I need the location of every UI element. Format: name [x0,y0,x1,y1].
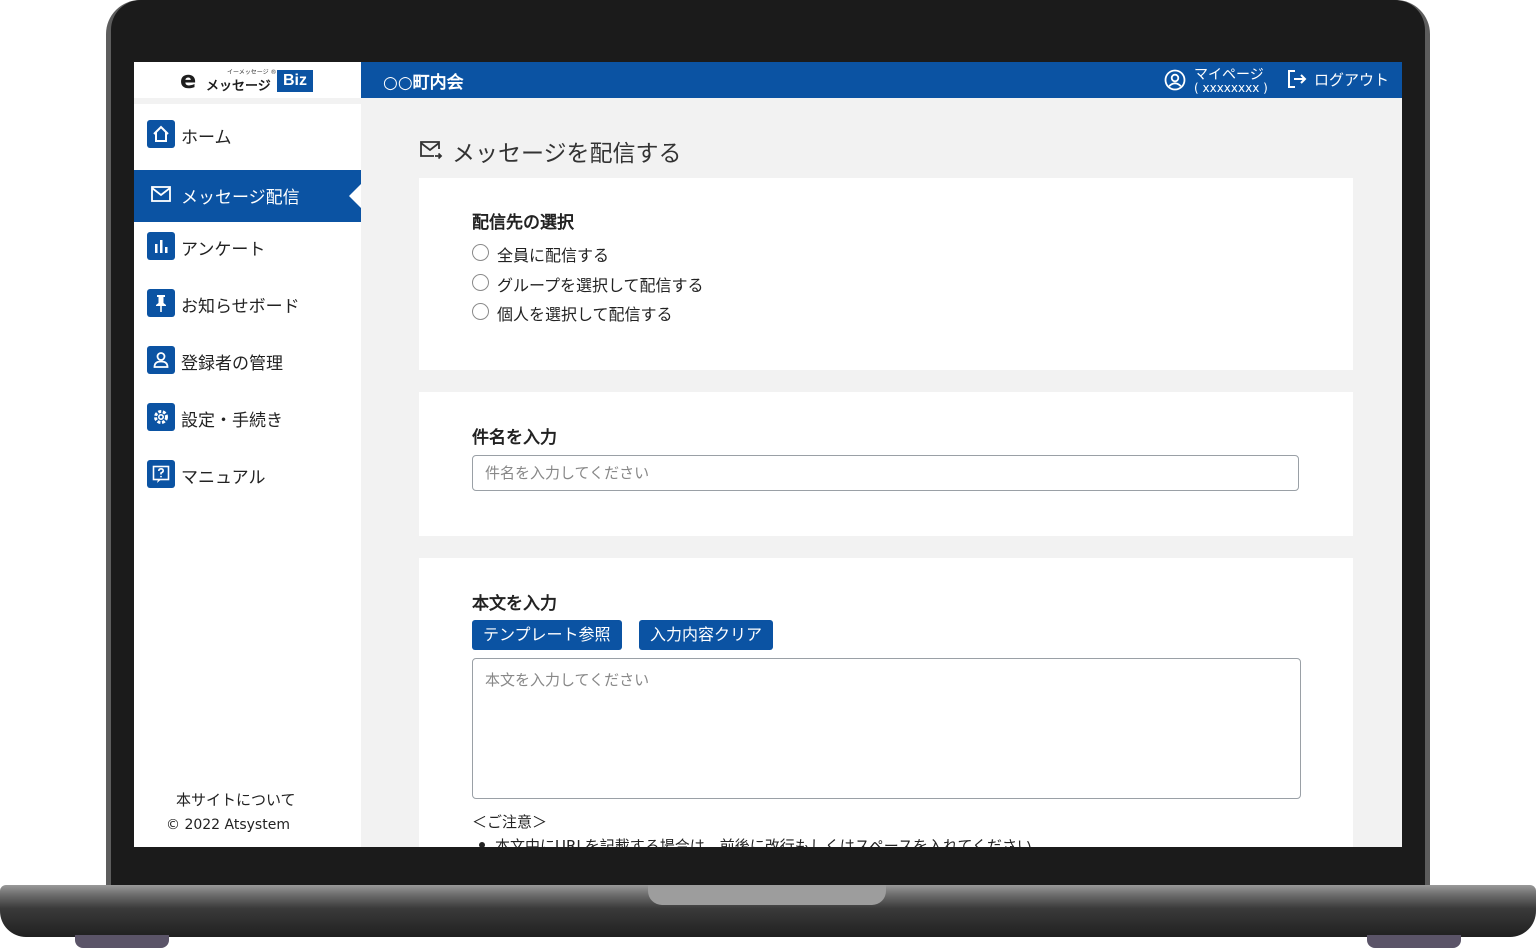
mail-icon [151,186,171,206]
radio-label: グループを選択して配信する [497,276,704,295]
notice-item: 本文中にURLを記載する場合は、前後に改行もしくはスペースを入れてください [495,837,1033,847]
mail-send-icon [420,141,443,160]
sidebar-item-label: 設定・手続き [181,411,283,431]
notice-title: ＜ご注意＞ [472,813,548,831]
radio-label: 全員に配信する [497,246,610,265]
logo-e-mark: e [180,66,197,94]
sidebar: ホーム メッセージ配信 アンケート お知らせボード 登録者の管理 設定・手続き … [134,104,361,847]
sidebar-item-home[interactable]: ホーム [134,110,361,162]
sidebar-item-message[interactable]: メッセージ配信 [134,170,361,222]
organization-name: ○○町内会 [383,73,464,93]
copyright: © 2022 Atsystem [166,817,290,833]
sidebar-item-label: メッセージ配信 [181,188,300,208]
logo-text: メッセージ [206,79,271,94]
sidebar-item-label: お知らせボード [181,297,300,317]
sidebar-item-notice-board[interactable]: お知らせボード [134,279,361,331]
sidebar-item-registrants[interactable]: 登録者の管理 [134,336,361,388]
about-site-link[interactable]: 本サイトについて [176,789,296,810]
logo-biz-badge: Biz [277,70,313,92]
sidebar-item-label: 登録者の管理 [181,354,283,374]
body-section-title: 本文を入力 [472,594,557,614]
notice-bullet [479,842,485,847]
radio-button[interactable] [472,303,489,320]
recipient-section-title: 配信先の選択 [472,213,574,233]
radio-button[interactable] [472,274,489,291]
sidebar-item-manual[interactable]: マニュアル [134,450,361,502]
sidebar-item-settings[interactable]: 設定・手続き [134,393,361,445]
subject-input[interactable] [472,455,1299,491]
clear-button[interactable]: 入力内容クリア [639,620,774,650]
top-bar: e イーメッセージ ® メッセージ Biz ○○町内会 マイページ ( xxxx… [134,62,1402,98]
user-icon [147,346,175,374]
home-icon [147,120,175,148]
logout-link[interactable]: ログアウト [1314,69,1389,90]
help-icon [147,460,175,488]
radio-button[interactable] [472,244,489,261]
sidebar-item-label: マニュアル [181,468,266,488]
subject-section-title: 件名を入力 [472,428,557,448]
laptop-foot-right [1367,935,1461,948]
laptop-notch [648,885,886,905]
logo[interactable]: e イーメッセージ ® メッセージ Biz [134,62,361,98]
pin-icon [147,289,175,317]
app-screen: e イーメッセージ ® メッセージ Biz ○○町内会 マイページ ( xxxx… [134,62,1402,847]
gear-icon [147,403,175,431]
sidebar-item-label: ホーム [181,128,232,148]
sidebar-item-label: アンケート [181,240,266,260]
template-button[interactable]: テンプレート参照 [472,620,622,650]
sidebar-item-survey[interactable]: アンケート [134,222,361,274]
bar-chart-icon [147,232,175,260]
recipient-card: 配信先の選択 全員に配信する グループを選択して配信する 個人を選択して配信する [419,178,1353,370]
mypage-user-id: ( xxxxxxxx ) [1194,81,1268,95]
active-indicator [349,184,361,208]
body-card: 本文を入力 テンプレート参照 入力内容クリア ＜ご注意＞ 本文中にURLを記載す… [419,558,1353,847]
logout-icon[interactable] [1286,68,1308,90]
laptop-foot-left [75,935,169,948]
subject-card: 件名を入力 [419,392,1353,536]
body-textarea[interactable] [472,658,1301,799]
user-circle-icon[interactable] [1164,69,1186,91]
page-title: メッセージを配信する [452,141,682,167]
radio-label: 個人を選択して配信する [497,305,673,324]
